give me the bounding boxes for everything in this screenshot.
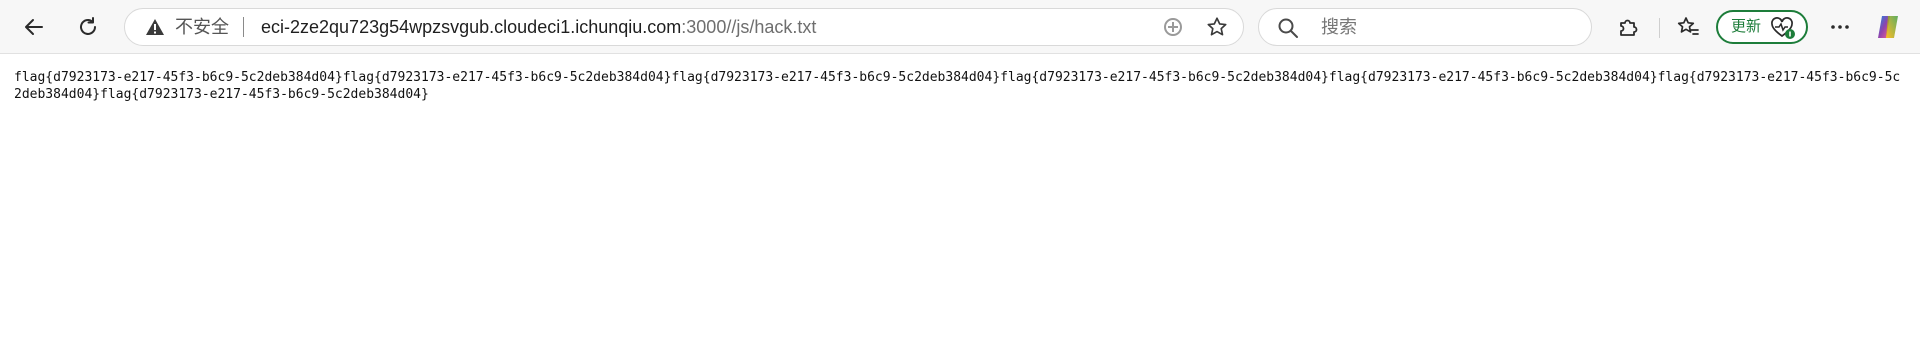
more-button[interactable] <box>1822 9 1858 45</box>
reload-button[interactable] <box>70 9 106 45</box>
browser-toolbar: 不安全 eci-2ze2qu723g54wpzsvgub.cloudeci1.i… <box>0 0 1920 54</box>
search-box[interactable]: 搜索 <box>1258 8 1592 46</box>
warning-icon[interactable] <box>145 17 165 37</box>
favorites-star-list-icon <box>1677 17 1699 35</box>
url-text[interactable]: eci-2ze2qu723g54wpzsvgub.cloudeci1.ichun… <box>261 17 816 37</box>
more-horizontal-icon <box>1831 25 1849 29</box>
security-status-label[interactable]: 不安全 <box>175 17 229 37</box>
search-placeholder: 搜索 <box>1321 17 1357 37</box>
address-bar[interactable]: 不安全 eci-2ze2qu723g54wpzsvgub.cloudeci1.i… <box>124 8 1244 46</box>
arrow-left-icon <box>25 19 43 35</box>
heart-pulse-icon <box>1771 17 1795 39</box>
update-button[interactable]: 更新 <box>1716 10 1808 44</box>
star-icon <box>1207 17 1227 36</box>
favorites-button[interactable] <box>1670 9 1706 45</box>
url-path: :3000//js/hack.txt <box>681 17 817 37</box>
url-host: eci-2ze2qu723g54wpzsvgub.cloudeci1.ichun… <box>261 17 682 37</box>
address-separator <box>243 17 244 37</box>
toolbar-divider <box>1659 18 1660 38</box>
page-content: flag{d7923173-e217-45f3-b6c9-5c2deb384d0… <box>0 55 1920 339</box>
extensions-button[interactable] <box>1610 9 1646 45</box>
file-text-content: flag{d7923173-e217-45f3-b6c9-5c2deb384d0… <box>14 70 1901 102</box>
back-button[interactable] <box>16 9 52 45</box>
favorite-button[interactable] <box>1205 15 1229 39</box>
update-label: 更新 <box>1731 18 1762 35</box>
search-icon <box>1278 18 1298 38</box>
reload-icon <box>80 17 96 35</box>
copilot-icon[interactable] <box>1874 13 1902 41</box>
puzzle-icon <box>1620 19 1638 36</box>
read-aloud-button[interactable] <box>1161 15 1185 39</box>
translate-icon <box>1164 18 1182 36</box>
